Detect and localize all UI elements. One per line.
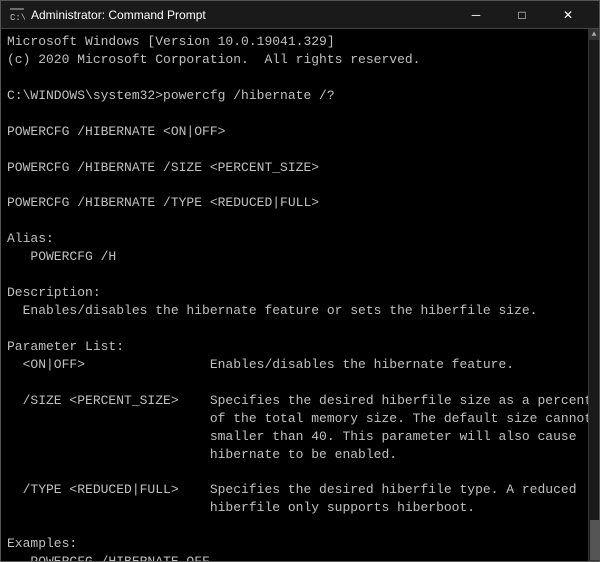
scroll-down-arrow[interactable]: ▼: [589, 560, 600, 561]
terminal-output[interactable]: Microsoft Windows [Version 10.0.19041.32…: [1, 29, 588, 561]
title-bar: C:\_ Administrator: Command Prompt ─ □ ✕: [1, 1, 599, 29]
cmd-icon: C:\_: [9, 7, 25, 23]
scrollbar-thumb[interactable]: [590, 520, 599, 560]
minimize-button[interactable]: ─: [453, 1, 499, 29]
scroll-up-arrow[interactable]: ▲: [589, 29, 600, 40]
scrollbar[interactable]: ▲ ▼: [588, 29, 599, 561]
maximize-button[interactable]: □: [499, 1, 545, 29]
command-prompt-window: C:\_ Administrator: Command Prompt ─ □ ✕…: [0, 0, 600, 562]
svg-text:C:\_: C:\_: [10, 13, 25, 23]
terminal-area: Microsoft Windows [Version 10.0.19041.32…: [1, 29, 599, 561]
window-controls: ─ □ ✕: [453, 1, 591, 29]
close-button[interactable]: ✕: [545, 1, 591, 29]
window-title: Administrator: Command Prompt: [31, 8, 453, 22]
